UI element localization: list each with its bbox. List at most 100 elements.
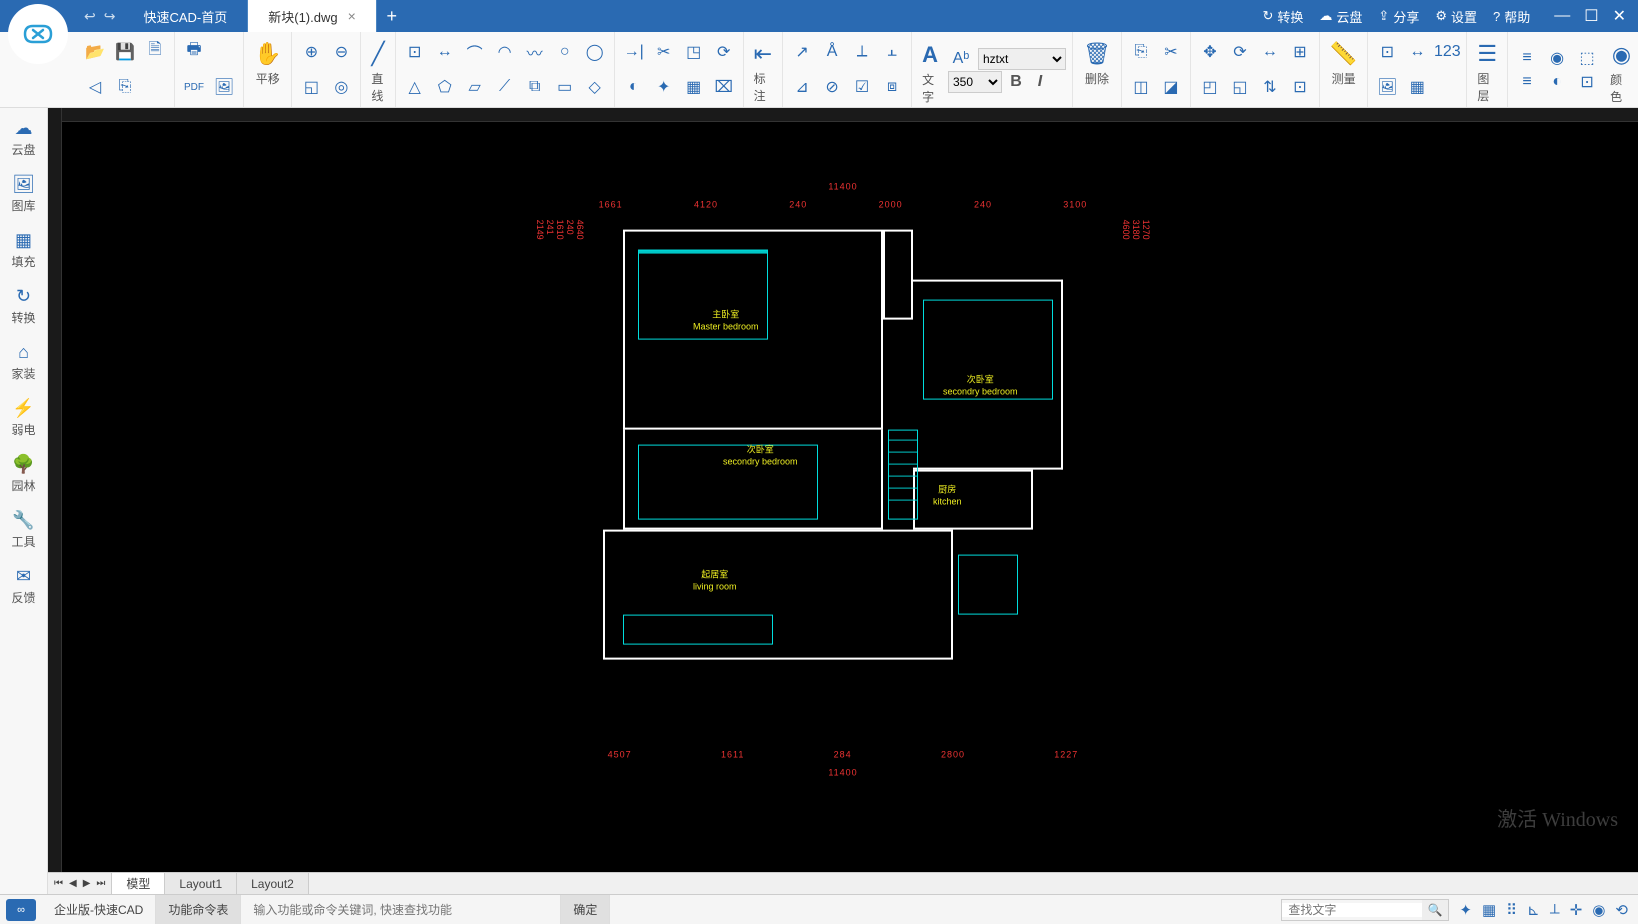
xform-icon-3[interactable]: ⊞ bbox=[1287, 40, 1313, 64]
modify-icon-3[interactable]: ⟳ bbox=[711, 40, 737, 64]
grid-icon[interactable]: ▦ bbox=[1482, 901, 1496, 919]
draw-icon-4[interactable]: ⧉ bbox=[522, 75, 548, 99]
app-logo[interactable] bbox=[8, 4, 68, 64]
clip-icon-1[interactable]: ✂ bbox=[1158, 40, 1184, 64]
pdf-icon[interactable]: PDF bbox=[181, 75, 207, 99]
zoomin-icon[interactable]: ⊕ bbox=[298, 40, 324, 64]
minimize-button[interactable]: — bbox=[1554, 7, 1570, 25]
xform-icon-2[interactable]: ↔ bbox=[1257, 40, 1283, 64]
pan-button[interactable]: ✋平移 bbox=[250, 34, 285, 87]
nav-last-icon[interactable]: ⏭ bbox=[94, 878, 107, 889]
measure-icon-1[interactable]: ↔ bbox=[1404, 40, 1430, 64]
link-icon[interactable]: ⟲ bbox=[1615, 901, 1628, 919]
dim-icon-0[interactable]: ↗ bbox=[789, 40, 815, 64]
prop-icon-2[interactable]: ⬚ bbox=[1574, 46, 1600, 70]
ok-button[interactable]: 确定 bbox=[561, 895, 610, 924]
xform-icon-3[interactable]: ⊡ bbox=[1287, 75, 1313, 99]
draw-icon-0[interactable]: ⊡ bbox=[402, 40, 428, 64]
redo-icon[interactable]: ⎘ bbox=[112, 75, 138, 99]
action-cloud[interactable]: ☁云盘 bbox=[1319, 7, 1362, 26]
maximize-button[interactable]: ☐ bbox=[1584, 6, 1598, 26]
draw-icon-6[interactable]: ◯ bbox=[582, 40, 608, 64]
draw-icon-6[interactable]: ◇ bbox=[582, 75, 608, 99]
modify-icon-2[interactable]: ◳ bbox=[681, 40, 707, 64]
draw-icon-1[interactable]: ↔ bbox=[432, 40, 458, 64]
color-button[interactable]: ◉颜色 bbox=[1606, 35, 1637, 105]
measure-button[interactable]: 📏测量 bbox=[1326, 34, 1361, 87]
prop-icon-1[interactable]: ◐ bbox=[1544, 70, 1570, 94]
sidebar-item-填充[interactable]: ▦填充 bbox=[2, 224, 46, 276]
prop-icon-0[interactable]: ≡ bbox=[1514, 46, 1540, 70]
measure-icon-2[interactable]: 123 bbox=[1434, 40, 1460, 64]
xform-icon-0[interactable]: ✥ bbox=[1197, 40, 1223, 64]
search-icon[interactable]: 🔍 bbox=[1422, 900, 1448, 920]
layout-tab-1[interactable]: Layout1 bbox=[165, 873, 237, 894]
modify-icon-1[interactable]: ✂ bbox=[651, 40, 677, 64]
add-tab-button[interactable]: + bbox=[377, 0, 407, 32]
nav-next-icon[interactable]: ▶ bbox=[81, 878, 93, 889]
globe-icon[interactable]: ◉ bbox=[1592, 901, 1605, 919]
clip-icon-0[interactable]: ◫ bbox=[1128, 75, 1154, 99]
close-icon[interactable]: × bbox=[348, 8, 356, 24]
draw-icon-2[interactable]: ⌒ bbox=[462, 40, 488, 64]
sidebar-item-园林[interactable]: 🌳园林 bbox=[2, 448, 46, 500]
dim-icon-0[interactable]: ⊿ bbox=[789, 75, 815, 99]
modify-icon-0[interactable]: →| bbox=[621, 40, 647, 64]
prop-icon-2[interactable]: ⊡ bbox=[1574, 70, 1600, 94]
modify-icon-2[interactable]: ▦ bbox=[681, 75, 707, 99]
text-button[interactable]: A文字 bbox=[918, 35, 942, 105]
sidebar-item-云盘[interactable]: ☁云盘 bbox=[2, 112, 46, 164]
action-convert[interactable]: ↻转换 bbox=[1262, 7, 1303, 26]
layer-button[interactable]: ☰图层 bbox=[1473, 34, 1501, 104]
measure-icon-1[interactable]: ▦ bbox=[1404, 75, 1430, 99]
sidebar-item-工具[interactable]: 🔧工具 bbox=[2, 504, 46, 556]
fontsize-select[interactable]: 350 bbox=[948, 71, 1002, 93]
dim-icon-1[interactable]: ⊘ bbox=[819, 75, 845, 99]
dim-button[interactable]: ⇤标注 bbox=[750, 34, 776, 104]
dim-icon-3[interactable]: ⫠ bbox=[879, 40, 905, 64]
xform-icon-1[interactable]: ⟳ bbox=[1227, 40, 1253, 64]
command-input[interactable] bbox=[253, 903, 548, 917]
action-settings[interactable]: ⚙设置 bbox=[1435, 7, 1477, 26]
print-icon[interactable]: 🖶 bbox=[181, 40, 207, 64]
tab-home[interactable]: 快速CAD-首页 bbox=[123, 0, 248, 32]
action-share[interactable]: ⇪分享 bbox=[1378, 7, 1419, 26]
save-icon[interactable]: 💾 bbox=[112, 40, 138, 64]
font-type-icon[interactable]: Aᵇ bbox=[948, 47, 974, 71]
search-input[interactable] bbox=[1282, 903, 1422, 917]
italic-button[interactable]: I bbox=[1030, 73, 1050, 91]
sidebar-item-转换[interactable]: ↻转换 bbox=[2, 280, 46, 332]
draw-icon-5[interactable]: ▭ bbox=[552, 75, 578, 99]
measure-icon-0[interactable]: 🖼 bbox=[1374, 75, 1400, 99]
nav-back-icon[interactable]: ↩ bbox=[84, 8, 96, 25]
nav-first-icon[interactable]: ⏮ bbox=[52, 878, 65, 889]
zoomext-icon[interactable]: ◎ bbox=[328, 75, 354, 99]
open-icon[interactable]: 📂 bbox=[82, 40, 108, 64]
measure-icon-0[interactable]: ⊡ bbox=[1374, 40, 1400, 64]
draw-icon-4[interactable]: 〰 bbox=[522, 40, 548, 64]
sidebar-item-反馈[interactable]: ✉反馈 bbox=[2, 560, 46, 612]
dim-icon-2[interactable]: ⟂ bbox=[849, 40, 875, 64]
undo-icon[interactable]: ◁ bbox=[82, 75, 108, 99]
zoomwin-icon[interactable]: ◱ bbox=[298, 75, 324, 99]
draw-icon-0[interactable]: △ bbox=[402, 75, 428, 99]
prop-icon-0[interactable]: ≡ bbox=[1514, 70, 1540, 94]
drawing-canvas[interactable]: 11400 1661412024020002403100 45071611284… bbox=[48, 108, 1638, 872]
sidebar-item-图库[interactable]: 🖼图库 bbox=[2, 168, 46, 220]
draw-icon-2[interactable]: ▱ bbox=[462, 75, 488, 99]
layout-tab-model[interactable]: 模型 bbox=[112, 873, 165, 894]
layout-tab-2[interactable]: Layout2 bbox=[237, 873, 309, 894]
xform-icon-0[interactable]: ◰ bbox=[1197, 75, 1223, 99]
font-select[interactable]: hztxt bbox=[978, 48, 1066, 70]
xform-icon-2[interactable]: ⇅ bbox=[1257, 75, 1283, 99]
nav-fwd-icon[interactable]: ↪ bbox=[104, 8, 116, 25]
sidebar-item-弱电[interactable]: ⚡弱电 bbox=[2, 392, 46, 444]
target-icon[interactable]: ✛ bbox=[1570, 901, 1583, 919]
draw-icon-3[interactable]: ◠ bbox=[492, 40, 518, 64]
image-icon[interactable]: 🖼 bbox=[211, 75, 237, 99]
clip-icon-0[interactable]: ⎘ bbox=[1128, 40, 1154, 64]
action-help[interactable]: ?帮助 bbox=[1493, 7, 1530, 26]
prop-icon-1[interactable]: ◉ bbox=[1544, 46, 1570, 70]
grid2-icon[interactable]: ⠿ bbox=[1506, 901, 1517, 919]
draw-icon-1[interactable]: ⬠ bbox=[432, 75, 458, 99]
